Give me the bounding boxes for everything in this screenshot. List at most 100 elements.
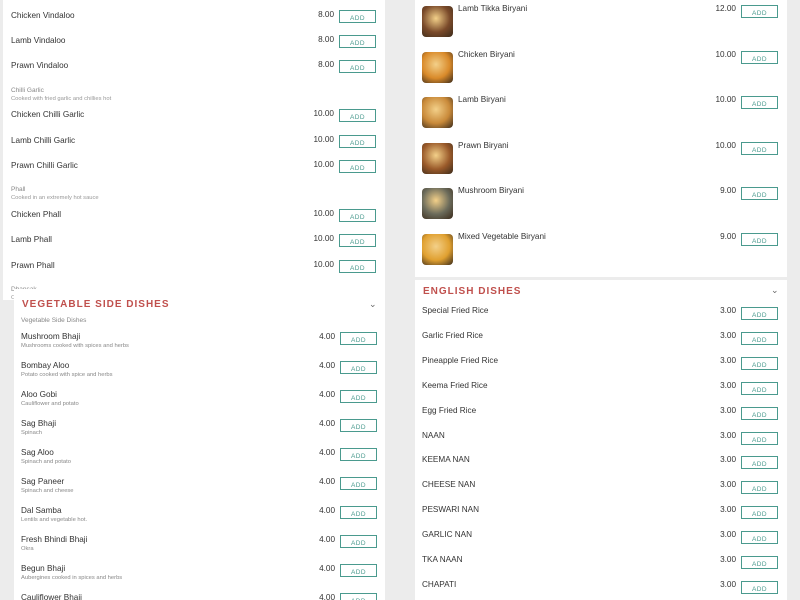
item-description: Cauliflower and potato bbox=[21, 401, 79, 407]
item-name: Bombay Aloo bbox=[21, 361, 70, 370]
curry-menu-panel: Chicken Vindaloo 8.00 ADD Lamb Vindaloo 8.00… bbox=[3, 0, 385, 300]
item-price: 10.00 bbox=[313, 160, 335, 169]
add-button[interactable]: ADD bbox=[741, 233, 778, 246]
item-price: 10.00 bbox=[313, 209, 335, 218]
item-price: 3.00 bbox=[720, 405, 736, 415]
item-price: 3.00 bbox=[720, 330, 736, 340]
item-price: 8.00 bbox=[318, 35, 334, 44]
add-button[interactable]: ADD bbox=[340, 535, 377, 548]
item-price: 3.00 bbox=[720, 480, 736, 490]
add-button[interactable]: ADD bbox=[340, 477, 377, 490]
item-name: Garlic Fried Rice bbox=[422, 330, 483, 340]
add-button[interactable]: ADD bbox=[741, 531, 778, 545]
item-name: Aloo Gobi bbox=[21, 390, 57, 399]
item-price: 4.00 bbox=[319, 593, 335, 600]
item-price: 3.00 bbox=[720, 579, 736, 589]
item-name: Chicken Phall bbox=[11, 210, 62, 219]
add-button[interactable]: ADD bbox=[339, 10, 376, 23]
item-name: Fresh Bhindi Bhaji bbox=[21, 535, 88, 544]
add-button[interactable]: ADD bbox=[339, 160, 376, 173]
item-name: Egg Fried Rice bbox=[422, 405, 477, 415]
add-button[interactable]: ADD bbox=[741, 431, 778, 445]
add-button[interactable]: ADD bbox=[339, 260, 376, 273]
item-price: 9.00 bbox=[720, 186, 736, 196]
item-name: GARLIC NAN bbox=[422, 530, 473, 540]
add-button[interactable]: ADD bbox=[339, 35, 376, 48]
item-name: CHAPATI bbox=[422, 579, 457, 589]
item-name: Cauliflower Bhaji bbox=[21, 593, 82, 600]
item-description: Spinach and potato bbox=[21, 459, 71, 465]
item-description: Okra bbox=[21, 546, 34, 552]
item-name: Mixed Vegetable Biryani bbox=[458, 232, 546, 241]
item-price: 8.00 bbox=[318, 10, 334, 19]
add-button[interactable]: ADD bbox=[340, 448, 377, 461]
item-name: Prawn Vindaloo bbox=[11, 61, 69, 70]
item-name: KEEMA NAN bbox=[422, 455, 470, 465]
dish-photo bbox=[422, 51, 453, 83]
item-name: Lamb Chilli Garlic bbox=[11, 136, 76, 145]
item-price: 3.00 bbox=[720, 355, 736, 365]
category-subtitle: Vegetable Side Dishes bbox=[21, 317, 87, 324]
add-button[interactable]: ADD bbox=[741, 456, 778, 470]
add-button[interactable]: ADD bbox=[340, 332, 377, 345]
item-name: Lamb Phall bbox=[11, 235, 52, 244]
item-name: Lamb Biryani bbox=[458, 95, 506, 105]
add-button[interactable]: ADD bbox=[339, 60, 376, 73]
add-button[interactable]: ADD bbox=[741, 50, 778, 64]
add-button[interactable]: ADD bbox=[741, 356, 778, 370]
add-button[interactable]: ADD bbox=[741, 580, 778, 594]
item-price: 3.00 bbox=[720, 306, 736, 315]
item-description: Potato cooked with spice and herbs bbox=[21, 372, 113, 378]
add-button[interactable]: ADD bbox=[340, 361, 377, 374]
add-button[interactable]: ADD bbox=[741, 307, 778, 320]
category-title: Chilli Garlic bbox=[11, 87, 44, 94]
item-price: 3.00 bbox=[720, 430, 736, 440]
add-button[interactable]: ADD bbox=[741, 406, 778, 420]
item-price: 4.00 bbox=[319, 361, 335, 370]
item-price: 3.00 bbox=[720, 555, 736, 564]
item-price: 9.00 bbox=[720, 232, 736, 241]
dish-photo bbox=[422, 188, 453, 220]
add-button[interactable]: ADD bbox=[741, 506, 778, 520]
item-price: 10.00 bbox=[313, 109, 335, 118]
chevron-down-icon[interactable]: ⌄ bbox=[771, 285, 779, 296]
vegetable-side-dishes-panel: VEGETABLE SIDE DISHES ⌄ Vegetable Side D… bbox=[14, 289, 385, 600]
add-button[interactable]: ADD bbox=[340, 564, 377, 577]
item-price: 3.00 bbox=[720, 380, 736, 390]
item-name: Pineapple Fried Rice bbox=[422, 355, 499, 365]
item-description: Spinach and cheese bbox=[21, 488, 74, 494]
item-name: Chicken Chilli Garlic bbox=[11, 110, 85, 119]
item-price: 10.00 bbox=[313, 234, 335, 243]
item-name: Prawn Phall bbox=[11, 261, 55, 270]
add-button[interactable]: ADD bbox=[339, 234, 376, 247]
add-button[interactable]: ADD bbox=[340, 390, 377, 403]
category-description: Cooked with fried garlic and chillies ho… bbox=[11, 96, 112, 102]
add-button[interactable]: ADD bbox=[339, 135, 376, 148]
biryani-panel: Lamb Tikka Biryani 12.00 ADD Chicken Biryan… bbox=[415, 0, 787, 277]
dish-photo bbox=[422, 234, 453, 265]
add-button[interactable]: ADD bbox=[339, 109, 376, 122]
add-button[interactable]: ADD bbox=[340, 419, 377, 432]
add-button[interactable]: ADD bbox=[741, 381, 778, 395]
item-price: 4.00 bbox=[319, 564, 335, 573]
item-price: 3.00 bbox=[720, 455, 736, 465]
add-button[interactable]: ADD bbox=[741, 331, 778, 345]
section-title: VEGETABLE SIDE DISHES bbox=[22, 299, 170, 310]
add-button[interactable]: ADD bbox=[741, 5, 778, 18]
add-button[interactable]: ADD bbox=[741, 141, 778, 155]
add-button[interactable]: ADD bbox=[741, 96, 778, 110]
item-name: Mushroom Biryani bbox=[458, 186, 524, 196]
item-name: Sag Bhaji bbox=[21, 419, 57, 428]
add-button[interactable]: ADD bbox=[741, 556, 778, 569]
add-button[interactable]: ADD bbox=[741, 481, 778, 495]
item-name: Chicken Biryani bbox=[458, 49, 515, 59]
add-button[interactable]: ADD bbox=[340, 593, 377, 600]
item-price: 4.00 bbox=[319, 477, 335, 486]
chevron-down-icon[interactable]: ⌄ bbox=[369, 299, 377, 310]
add-button[interactable]: ADD bbox=[741, 187, 778, 201]
category-title: Phall bbox=[11, 186, 26, 193]
add-button[interactable]: ADD bbox=[340, 506, 377, 519]
item-name: CHEESE NAN bbox=[422, 480, 476, 490]
add-button[interactable]: ADD bbox=[339, 209, 376, 222]
item-name: TKA NAAN bbox=[422, 555, 463, 564]
